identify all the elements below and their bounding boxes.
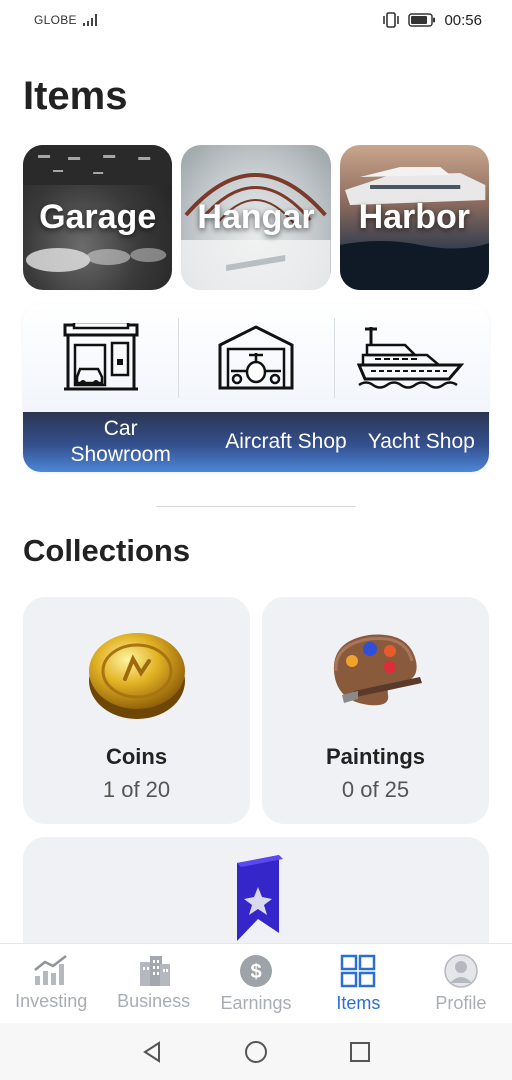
system-back-button[interactable] <box>132 1032 172 1072</box>
nav-items[interactable]: Items <box>307 944 409 1023</box>
carrier: GLOBE <box>34 13 99 27</box>
garage-label: Garage <box>39 198 157 236</box>
svg-text:$: $ <box>250 961 261 983</box>
nav-business[interactable]: Business <box>102 944 204 1023</box>
nav-earnings[interactable]: $ Earnings <box>205 944 307 1023</box>
harbor-label: Harbor <box>358 198 471 236</box>
aircraft-shop-cell[interactable] <box>178 304 333 412</box>
recents-icon <box>350 1041 370 1062</box>
grid-icon <box>341 954 376 988</box>
home-icon <box>245 1040 267 1063</box>
shop-labels-bar: Car Showroom Aircraft Shop Yacht Shop <box>23 412 489 472</box>
nav-earnings-label: Earnings <box>220 993 292 1013</box>
signal-icon <box>82 14 97 26</box>
back-icon <box>143 1040 160 1063</box>
coins-collection-card[interactable]: Coins 1 of 20 <box>23 597 250 824</box>
paintings-collection-card[interactable]: Paintings 0 of 25 <box>262 597 489 824</box>
page-title: Items <box>23 74 128 118</box>
section-divider <box>156 506 356 507</box>
carrier-name: GLOBE <box>34 13 77 27</box>
status-right: 00:56 <box>382 12 482 29</box>
car-showroom-button[interactable]: Car Showroom <box>23 412 218 472</box>
nav-profile-label: Profile <box>435 993 487 1013</box>
yacht-shop-cell[interactable] <box>333 304 489 412</box>
shop-icons-row <box>23 304 489 412</box>
nft-bookmark-icon <box>237 855 283 941</box>
vibrate-icon <box>383 12 400 28</box>
coins-name: Coins <box>105 744 168 769</box>
battery-icon <box>408 13 436 27</box>
coins-count: 1 of 20 <box>102 777 171 802</box>
system-home-button[interactable] <box>236 1032 276 1072</box>
clock: 00:56 <box>444 11 482 29</box>
yacht-shop-button[interactable]: Yacht Shop <box>354 412 489 472</box>
aircraft-hangar-icon <box>218 325 294 390</box>
car-showroom-icon <box>63 323 139 391</box>
paint-palette-icon <box>333 634 422 706</box>
garage-tile[interactable]: Garage <box>23 145 173 290</box>
dollar-icon: $ <box>240 955 273 987</box>
paintings-count: 0 of 25 <box>341 777 410 802</box>
screen: GLOBE 00:56 Items Garage Hangar Harbor C… <box>0 0 512 1080</box>
yacht-icon <box>357 327 465 389</box>
building-icon <box>139 956 170 986</box>
nav-items-label: Items <box>336 993 381 1013</box>
location-tiles: Garage Hangar Harbor <box>23 145 489 290</box>
shops-card: Car Showroom Aircraft Shop Yacht Shop <box>23 304 489 472</box>
user-icon <box>444 954 478 988</box>
gold-coin-icon <box>88 633 185 719</box>
nav-profile[interactable]: Profile <box>410 944 512 1023</box>
nav-investing-label: Investing <box>15 991 88 1011</box>
chart-icon <box>34 955 67 985</box>
nav-investing[interactable]: Investing <box>0 944 102 1023</box>
system-nav <box>0 1023 512 1080</box>
system-recents-button[interactable] <box>340 1032 380 1072</box>
nav-business-label: Business <box>117 991 191 1011</box>
hangar-tile[interactable]: Hangar <box>181 145 331 290</box>
harbor-tile[interactable]: Harbor <box>339 145 489 290</box>
bottom-nav: Investing Business $ Earnings Items Prof… <box>0 943 512 1023</box>
collections-title: Collections <box>23 533 191 568</box>
status-bar: GLOBE 00:56 <box>0 0 512 40</box>
aircraft-shop-button[interactable]: Aircraft Shop <box>218 412 353 472</box>
hangar-label: Hangar <box>197 198 315 236</box>
car-showroom-cell[interactable] <box>23 304 178 412</box>
paintings-name: Paintings <box>325 744 425 769</box>
